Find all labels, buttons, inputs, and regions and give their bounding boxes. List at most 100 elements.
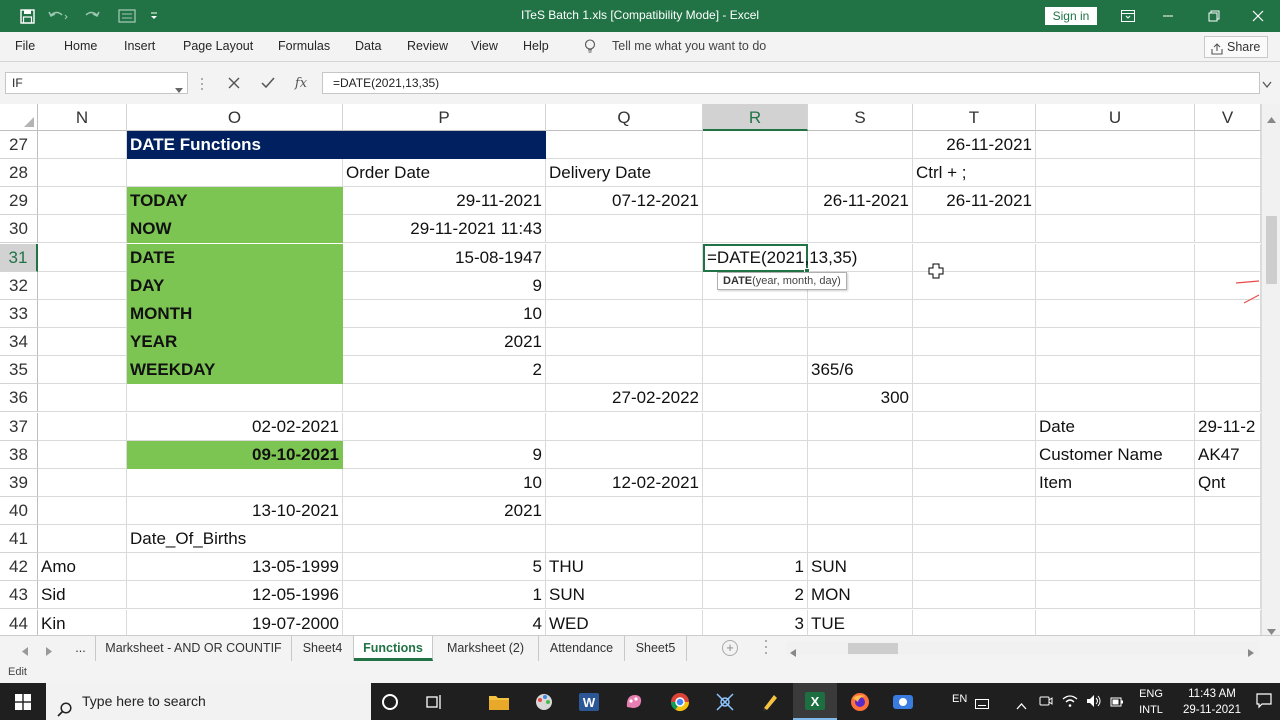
- row-header-39[interactable]: 39: [0, 468, 38, 497]
- ime-lang-short[interactable]: EN: [952, 693, 967, 705]
- cell-o37[interactable]: 02-02-2021: [127, 412, 343, 441]
- sheet-tab-functions[interactable]: Functions: [354, 636, 433, 661]
- cell-n36[interactable]: [38, 384, 127, 413]
- cell-p44[interactable]: 4: [343, 609, 546, 638]
- cell-r42[interactable]: 1: [703, 553, 808, 582]
- cell-q35[interactable]: [546, 356, 703, 385]
- cell-r39[interactable]: [703, 468, 808, 497]
- cell-n35[interactable]: [38, 356, 127, 385]
- cell-p33[interactable]: 10: [343, 299, 546, 328]
- cell-n41[interactable]: [38, 525, 127, 554]
- cell-o35[interactable]: WEEKDAY: [127, 356, 343, 385]
- cell-u34[interactable]: [1036, 328, 1195, 357]
- cell-t28[interactable]: Ctrl + ;: [913, 159, 1036, 188]
- row-header-36[interactable]: 36: [0, 384, 38, 413]
- column-header-s[interactable]: S: [808, 104, 913, 131]
- cell-s27[interactable]: [808, 131, 913, 159]
- column-header-r[interactable]: R: [703, 104, 808, 131]
- cell-q28[interactable]: Delivery Date: [546, 159, 703, 188]
- cell-o40[interactable]: 13-10-2021: [127, 496, 343, 525]
- tab-review[interactable]: Review: [407, 32, 448, 61]
- cell-o34[interactable]: YEAR: [127, 328, 343, 357]
- column-header-t[interactable]: T: [913, 104, 1036, 131]
- cell-o31[interactable]: DATE: [127, 243, 343, 272]
- cell-n39[interactable]: [38, 468, 127, 497]
- network-tool-icon[interactable]: [703, 683, 747, 720]
- taskbar-clock[interactable]: 11:43 AM 29-11-2021: [1172, 686, 1252, 718]
- cell-r44[interactable]: 3: [703, 609, 808, 638]
- cell-q38[interactable]: [546, 440, 703, 469]
- chevron-up-icon[interactable]: [1267, 110, 1276, 128]
- cell-r35[interactable]: [703, 356, 808, 385]
- windows-start-icon[interactable]: [0, 683, 46, 720]
- cell-n40[interactable]: [38, 496, 127, 525]
- form-icon[interactable]: [112, 0, 142, 32]
- cell-p35[interactable]: 2: [343, 356, 546, 385]
- row-header-28[interactable]: 28: [0, 159, 38, 188]
- paint-3d-icon[interactable]: [612, 683, 656, 720]
- cell-n33[interactable]: [38, 299, 127, 328]
- cell-s42[interactable]: SUN: [808, 553, 913, 582]
- cell-s34[interactable]: [808, 328, 913, 357]
- cell-v39[interactable]: Qnt: [1195, 468, 1261, 497]
- chevron-right-icon[interactable]: [1248, 644, 1254, 662]
- cell-p39[interactable]: 10: [343, 468, 546, 497]
- cell-n30[interactable]: [38, 215, 127, 244]
- sign-in-button[interactable]: Sign in: [1045, 7, 1097, 25]
- tab-home[interactable]: Home: [64, 32, 97, 61]
- cell-r38[interactable]: [703, 440, 808, 469]
- horizontal-scrollbar[interactable]: [786, 641, 1260, 657]
- cell-o42[interactable]: 13-05-1999: [127, 553, 343, 582]
- cell-v34[interactable]: [1195, 328, 1261, 357]
- excel-taskbar-icon[interactable]: X: [793, 683, 837, 720]
- cell-p42[interactable]: 5: [343, 553, 546, 582]
- cell-t33[interactable]: [913, 299, 1036, 328]
- ime-language[interactable]: ENG INTL: [1134, 686, 1168, 718]
- column-header-u[interactable]: U: [1036, 104, 1195, 131]
- cell-s40[interactable]: [808, 496, 913, 525]
- row-header-43[interactable]: 43: [0, 581, 38, 610]
- cell-u44[interactable]: [1036, 609, 1195, 638]
- row-header-37[interactable]: 37: [0, 412, 38, 441]
- cell-p31[interactable]: 15-08-1947: [343, 243, 546, 272]
- cell-v30[interactable]: [1195, 215, 1261, 244]
- volume-icon[interactable]: [1086, 694, 1102, 713]
- wifi-icon[interactable]: [1062, 694, 1078, 713]
- word-icon[interactable]: W: [567, 683, 611, 720]
- share-button[interactable]: Share: [1204, 36, 1268, 58]
- sheet-tab-sheet4[interactable]: Sheet4: [292, 636, 354, 661]
- cell-n27[interactable]: [38, 131, 127, 159]
- redo-icon[interactable]: [78, 0, 106, 32]
- chevron-up-icon[interactable]: [1016, 697, 1027, 715]
- tab-formulas[interactable]: Formulas: [278, 32, 330, 61]
- cell-v40[interactable]: [1195, 496, 1261, 525]
- cell-q40[interactable]: [546, 496, 703, 525]
- tab-page-layout[interactable]: Page Layout: [183, 32, 253, 61]
- cell-r28[interactable]: [703, 159, 808, 188]
- column-header-v[interactable]: V: [1195, 104, 1261, 131]
- cell-u33[interactable]: [1036, 299, 1195, 328]
- chevron-down-icon[interactable]: [1262, 76, 1272, 94]
- task-view-icon[interactable]: [412, 683, 456, 720]
- name-box[interactable]: IF: [5, 72, 188, 94]
- cell-n34[interactable]: [38, 328, 127, 357]
- cell-p30[interactable]: 29-11-2021 11:43: [343, 215, 546, 244]
- cell-v42[interactable]: [1195, 553, 1261, 582]
- formula-input[interactable]: =DATE(2021,13,35): [322, 72, 1260, 94]
- row-header-32[interactable]: 32: [0, 271, 38, 300]
- cell-n31[interactable]: [38, 243, 127, 272]
- cell-n44[interactable]: Kin: [38, 609, 127, 638]
- row-header-29[interactable]: 29: [0, 187, 38, 216]
- cell-v28[interactable]: [1195, 159, 1261, 188]
- pen-tool-icon[interactable]: [748, 683, 792, 720]
- cell-q36[interactable]: 27-02-2022: [546, 384, 703, 413]
- cell-o44[interactable]: 19-07-2000: [127, 609, 343, 638]
- cell-q41[interactable]: [546, 525, 703, 554]
- row-header-35[interactable]: 35: [0, 356, 38, 385]
- cell-o29[interactable]: TODAY: [127, 187, 343, 216]
- drag-handle-icon[interactable]: [200, 77, 204, 96]
- cell-r41[interactable]: [703, 525, 808, 554]
- cell-t29[interactable]: 26-11-2021: [913, 187, 1036, 216]
- add-sheet-icon[interactable]: +: [722, 640, 738, 656]
- cell-p29[interactable]: 29-11-2021: [343, 187, 546, 216]
